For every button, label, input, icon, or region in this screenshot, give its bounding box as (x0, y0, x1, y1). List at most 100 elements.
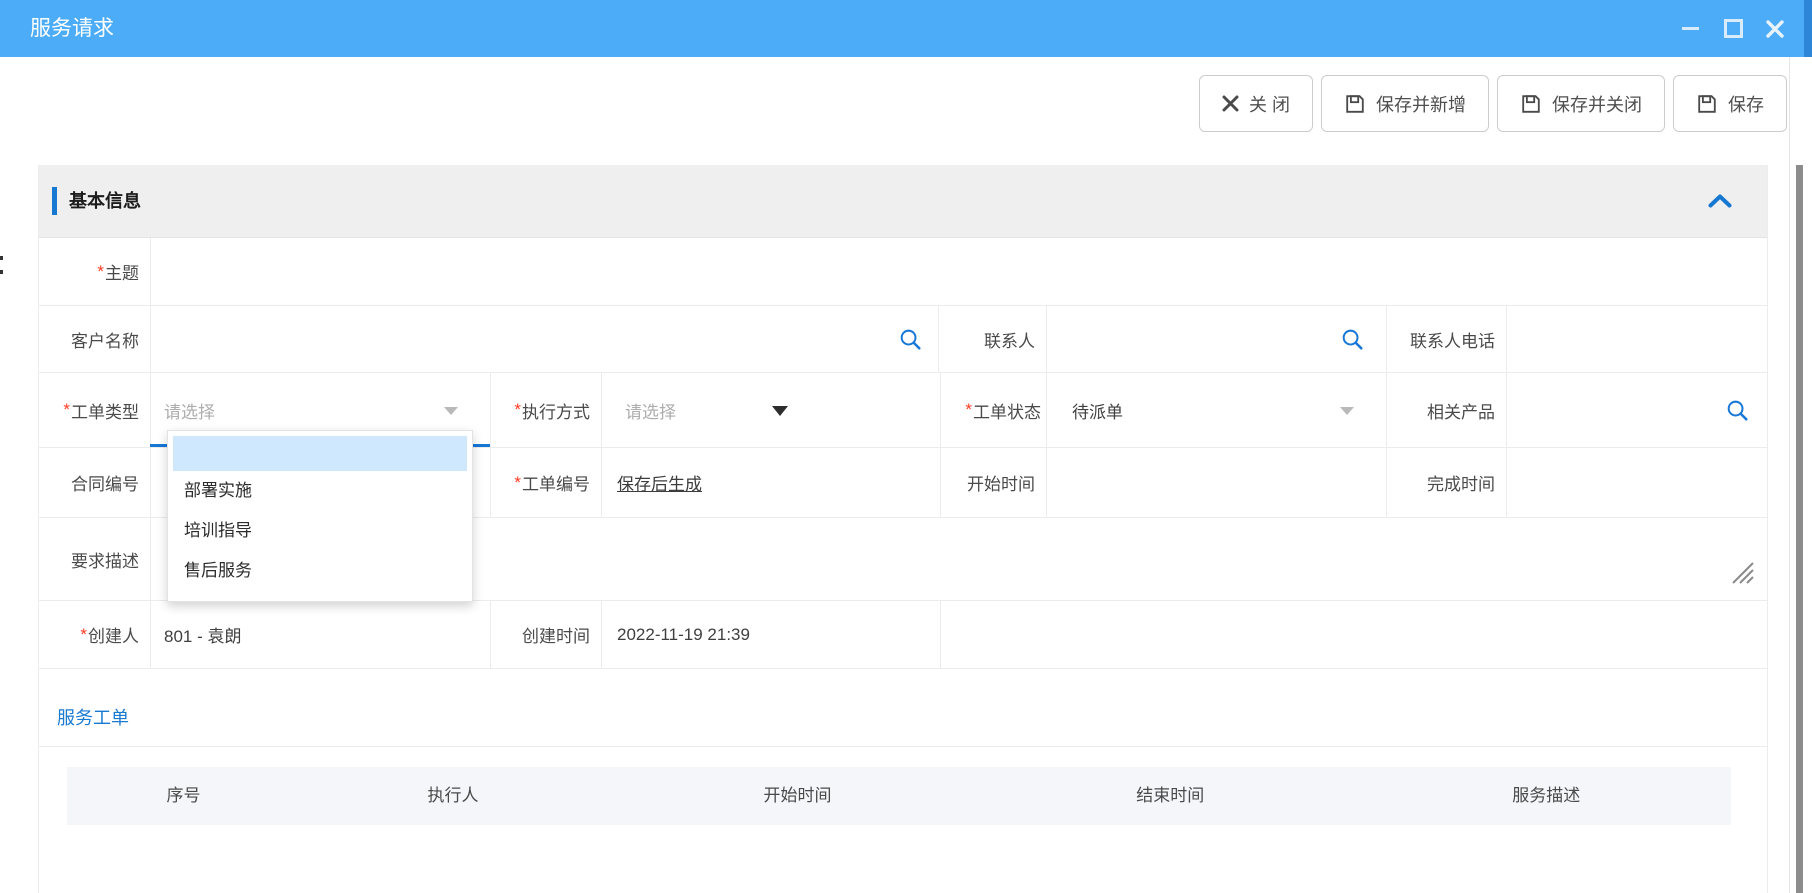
required-mark: * (514, 400, 521, 420)
start-time-input[interactable] (1047, 448, 1387, 517)
save-icon (1520, 93, 1542, 115)
chevron-down-icon (1340, 407, 1354, 415)
section-header: 基本信息 (39, 165, 1767, 238)
row-creator: * 创建人 801 - 袁朗 创建时间 2022-11-19 21:39 (39, 601, 1767, 669)
dropdown-option-blank[interactable] (173, 436, 467, 471)
finish-time-input[interactable] (1507, 448, 1767, 517)
resize-handle[interactable] (1729, 559, 1755, 590)
toolbar: 关 闭 保存并新增 保存并关闭 保存 (1199, 75, 1787, 132)
save-icon (1344, 93, 1366, 115)
edge-artifact (0, 256, 3, 260)
order-no-value: 保存后生成 (617, 470, 702, 495)
chevron-up-icon (1708, 194, 1732, 208)
create-time-label: 创建时间 (491, 601, 602, 668)
related-product-search-button[interactable] (1726, 399, 1749, 427)
close-button[interactable]: 关 闭 (1199, 75, 1313, 132)
customer-label: 客户名称 (39, 306, 151, 372)
subject-label: * 主题 (39, 238, 151, 305)
dropdown-option-training[interactable]: 培训指导 (168, 511, 472, 551)
column-header-end-time: 结束时间 (1136, 767, 1204, 825)
order-type-dropdown: 部署实施 培训指导 售后服务 (167, 430, 473, 602)
related-product-label-text: 相关产品 (1427, 398, 1495, 423)
contact-search-button[interactable] (1341, 328, 1364, 356)
start-time-label-text: 开始时间 (967, 470, 1035, 495)
window-title: 服务请求 (30, 0, 114, 57)
save-label: 保存 (1728, 91, 1764, 117)
scrollbar-track[interactable] (1789, 57, 1808, 893)
save-and-new-button[interactable]: 保存并新增 (1321, 75, 1489, 132)
work-order-section-header: 服务工单 (39, 669, 1767, 747)
contact-phone-label-text: 联系人电话 (1410, 327, 1495, 352)
column-header-description: 服务描述 (1512, 767, 1580, 825)
contact-phone-input[interactable] (1507, 306, 1767, 372)
dropdown-option-deploy[interactable]: 部署实施 (168, 471, 472, 511)
order-type-label: * 工单类型 (39, 373, 151, 447)
row-subject: * 主题 (39, 238, 1767, 306)
collapse-section-button[interactable] (1708, 194, 1732, 213)
order-status-label: * 工单状态 (941, 373, 1047, 447)
search-icon (1341, 328, 1364, 351)
maximize-icon (1724, 19, 1743, 38)
required-mark: * (965, 400, 972, 420)
start-time-label: 开始时间 (941, 448, 1047, 517)
order-no-label: * 工单编号 (491, 448, 602, 517)
column-header-executor: 执行人 (428, 767, 479, 825)
contact-label-text: 联系人 (984, 327, 1035, 352)
save-and-close-button[interactable]: 保存并关闭 (1497, 75, 1665, 132)
order-no-label-text: 工单编号 (522, 470, 590, 495)
contact-label: 联系人 (939, 306, 1047, 372)
required-mark: * (514, 473, 521, 493)
edge-artifact (0, 270, 3, 274)
subject-input[interactable] (151, 238, 1767, 305)
customer-search-button[interactable] (899, 328, 922, 356)
resize-grip-icon (1729, 559, 1755, 585)
order-status-value: 待派单 (1072, 398, 1123, 423)
empty-cell (941, 601, 1767, 668)
contact-phone-label: 联系人电话 (1387, 306, 1507, 372)
finish-time-label: 完成时间 (1387, 448, 1507, 517)
service-request-window: 服务请求 关 闭 保存并新增 保存并关闭 保存 基本信息 (0, 0, 1812, 893)
order-status-label-text: 工单状态 (973, 398, 1041, 423)
create-time-label-text: 创建时间 (522, 622, 590, 647)
order-no-value-cell: 保存后生成 (602, 448, 941, 517)
related-product-input[interactable] (1507, 373, 1767, 447)
x-icon (1222, 95, 1239, 112)
subject-label-text: 主题 (105, 259, 139, 284)
search-icon (1726, 399, 1749, 422)
close-button-label: 关 闭 (1249, 91, 1290, 117)
requirement-label-text: 要求描述 (71, 547, 139, 572)
column-header-seq: 序号 (166, 767, 200, 825)
customer-label-text: 客户名称 (71, 327, 139, 352)
save-and-close-label: 保存并关闭 (1552, 91, 1642, 117)
minimize-button[interactable] (1673, 0, 1707, 57)
exec-method-placeholder: 请选择 (625, 398, 676, 423)
order-type-placeholder: 请选择 (164, 398, 215, 423)
create-time-value-text: 2022-11-19 21:39 (617, 625, 750, 645)
scrollbar-thumb[interactable] (1796, 165, 1803, 893)
creator-label-text: 创建人 (88, 622, 139, 647)
required-mark: * (63, 400, 70, 420)
row-customer: 客户名称 联系人 联系人电话 (39, 306, 1767, 373)
create-time-value: 2022-11-19 21:39 (602, 601, 941, 668)
close-icon (1766, 20, 1784, 38)
exec-method-select[interactable]: 请选择 (602, 373, 941, 447)
chevron-down-icon (444, 407, 458, 415)
order-status-select[interactable]: 待派单 (1047, 373, 1387, 447)
maximize-button[interactable] (1716, 0, 1750, 57)
exec-method-label-text: 执行方式 (522, 398, 590, 423)
requirement-label: 要求描述 (39, 518, 151, 600)
work-order-section-title[interactable]: 服务工单 (57, 704, 129, 730)
required-mark: * (80, 625, 87, 645)
dropdown-option-aftersales[interactable]: 售后服务 (168, 551, 472, 591)
creator-value-text: 801 - 袁朗 (164, 622, 241, 647)
close-window-button[interactable] (1758, 0, 1792, 57)
minimize-icon (1682, 27, 1699, 30)
contact-input[interactable] (1047, 306, 1387, 372)
customer-input[interactable] (151, 306, 939, 372)
required-mark: * (97, 262, 104, 282)
titlebar-edge (1804, 0, 1812, 57)
save-button[interactable]: 保存 (1673, 75, 1787, 132)
section-accent-bar (52, 187, 57, 215)
contract-no-label: 合同编号 (39, 448, 151, 517)
column-header-start-time: 开始时间 (763, 767, 831, 825)
